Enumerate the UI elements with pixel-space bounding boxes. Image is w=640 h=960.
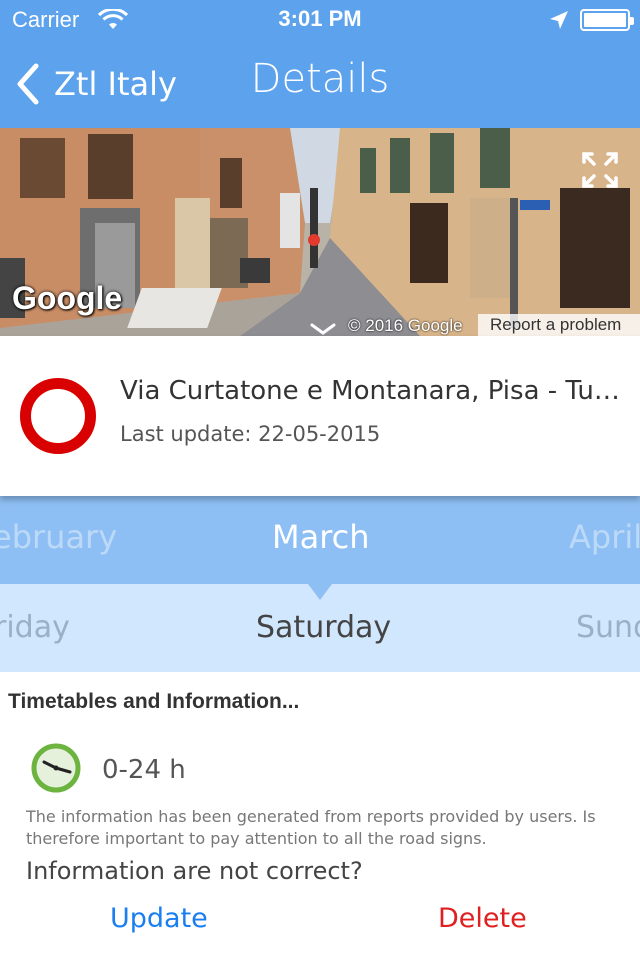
google-logo: Google <box>12 280 123 316</box>
hours-label: 0-24 h <box>102 755 186 785</box>
location-arrow-icon <box>550 11 568 29</box>
month-current[interactable]: March <box>272 518 370 556</box>
timetable-title: Timetables and Information... <box>8 690 300 713</box>
update-button[interactable]: Update <box>110 903 208 934</box>
month-prev[interactable]: ebruary <box>0 518 117 556</box>
month-picker[interactable]: ebruary March April <box>0 496 640 584</box>
status-bar: Carrier 3:01 PM <box>0 0 640 40</box>
delete-button[interactable]: Delete <box>438 903 527 934</box>
nav-bar: Ztl Italy Details <box>0 40 640 128</box>
copyright-label: © 2016 Google <box>348 316 463 335</box>
header: Carrier 3:01 PM Ztl Italy Details <box>0 0 640 128</box>
place-card: Via Curtatone e Montanara, Pisa - Tus… L… <box>0 336 640 496</box>
street-view[interactable]: Google © 2016 Google Report a problem <box>0 128 640 336</box>
day-prev[interactable]: riday <box>0 610 70 645</box>
last-update-label: Last update: 22-05-2015 <box>120 422 381 446</box>
day-next[interactable]: Sunda <box>576 610 640 645</box>
no-vehicles-sign-icon <box>20 378 96 454</box>
battery-icon <box>580 9 634 31</box>
status-time: 3:01 PM <box>278 6 362 31</box>
day-current[interactable]: Saturday <box>256 610 391 645</box>
picker-pointer <box>308 584 332 600</box>
expand-icon[interactable] <box>580 150 620 190</box>
report-problem-link[interactable]: Report a problem <box>478 314 640 336</box>
place-address: Via Curtatone e Montanara, Pisa - Tus… <box>120 376 628 406</box>
incorrect-info-prompt: Information are not correct? <box>26 857 363 885</box>
disclaimer-text: The information has been generated from … <box>26 807 596 848</box>
page-title: Details <box>250 56 390 102</box>
month-next[interactable]: April <box>569 518 640 556</box>
chevron-down-icon[interactable] <box>308 322 338 336</box>
clock-icon <box>31 743 81 793</box>
